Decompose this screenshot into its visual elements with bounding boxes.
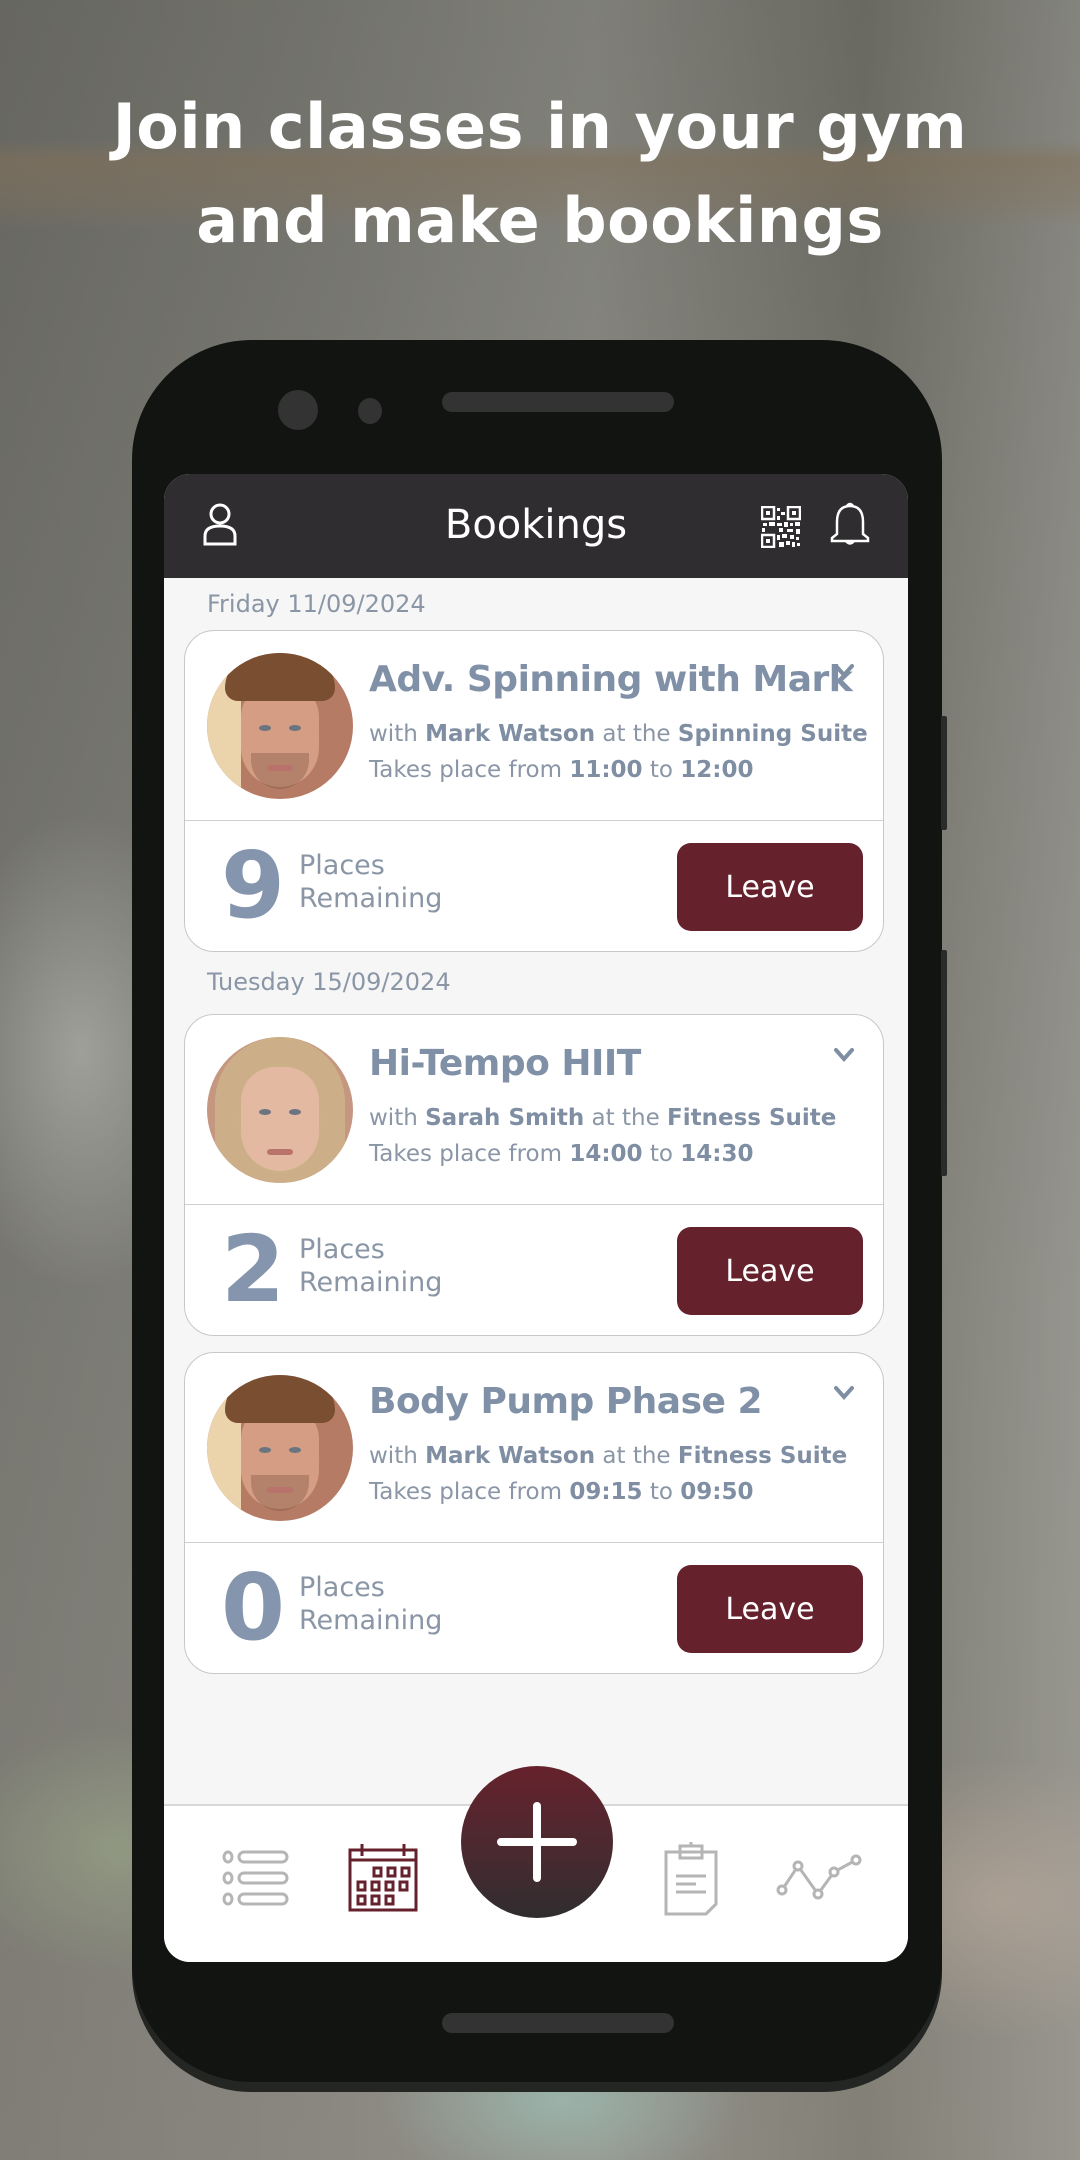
instructor-location: with Mark Watson at the Fitness Suite <box>369 1443 848 1469</box>
booking-card-footer: 0 Places Remaining Leave <box>185 1543 883 1673</box>
booking-card-footer: 2 Places Remaining Leave <box>185 1205 883 1335</box>
chevron-down-icon[interactable] <box>833 663 855 684</box>
power-button <box>941 716 947 830</box>
date-header: Tuesday 15/09/2024 <box>207 968 451 996</box>
places-remaining-count: 2 <box>221 1216 286 1323</box>
instructor-name: Sarah Smith <box>425 1105 585 1131</box>
booking-card-footer: 9 Places Remaining Leave <box>185 821 883 951</box>
sensor <box>358 398 382 424</box>
qr-code-icon[interactable] <box>760 505 802 553</box>
booking-card[interactable]: Body Pump Phase 2 with Mark Watson at th… <box>184 1352 884 1674</box>
instructor-name: Mark Watson <box>425 1443 596 1469</box>
class-name: Body Pump Phase 2 <box>369 1381 763 1422</box>
promo-headline: Join classes in your gym and make bookin… <box>0 80 1080 268</box>
headline-line-1: Join classes in your gym <box>112 90 968 163</box>
booking-card-details[interactable]: Hi-Tempo HIIT with Sarah Smith at the Fi… <box>185 1015 883 1205</box>
booking-card[interactable]: Adv. Spinning with Mark with Mark Watson… <box>184 630 884 952</box>
phone-frame: Bookings Friday 11/09/2024 Adv. Spinning… <box>132 340 947 2082</box>
end-time: 09:50 <box>680 1479 754 1505</box>
instructor-avatar <box>207 653 353 799</box>
bell-icon[interactable] <box>828 500 872 553</box>
add-booking-button[interactable] <box>461 1766 613 1918</box>
places-remaining-label: Places Remaining <box>299 850 443 914</box>
places-remaining-label: Places Remaining <box>299 1234 443 1298</box>
class-name: Hi-Tempo HIIT <box>369 1043 641 1084</box>
front-camera <box>278 390 318 430</box>
headline-line-2: and make bookings <box>196 184 884 257</box>
bottom-speaker <box>442 2013 674 2033</box>
chevron-down-icon[interactable] <box>833 1385 855 1406</box>
places-remaining-count: 0 <box>221 1554 286 1661</box>
leave-button[interactable]: Leave <box>677 1565 863 1653</box>
class-time: Takes place from 11:00 to 12:00 <box>369 757 754 783</box>
class-name: Adv. Spinning with Mark <box>369 659 853 700</box>
places-remaining-label: Places Remaining <box>299 1572 443 1636</box>
volume-button <box>941 950 947 1176</box>
places-remaining-count: 9 <box>221 832 286 939</box>
leave-button[interactable]: Leave <box>677 843 863 931</box>
class-time: Takes place from 09:15 to 09:50 <box>369 1479 754 1505</box>
booking-card-details[interactable]: Body Pump Phase 2 with Mark Watson at th… <box>185 1353 883 1543</box>
date-header: Friday 11/09/2024 <box>207 590 426 618</box>
end-time: 14:30 <box>680 1141 754 1167</box>
instructor-location: with Sarah Smith at the Fitness Suite <box>369 1105 837 1131</box>
location-name: Fitness Suite <box>667 1105 837 1131</box>
instructor-location: with Mark Watson at the Spinning Suite <box>369 721 868 747</box>
calendar-icon[interactable] <box>348 1842 418 1917</box>
progress-chart-icon[interactable] <box>776 1854 862 1905</box>
instructor-avatar <box>207 1375 353 1521</box>
start-time: 11:00 <box>569 757 643 783</box>
location-name: Spinning Suite <box>677 721 868 747</box>
end-time: 12:00 <box>680 757 754 783</box>
instructor-name: Mark Watson <box>425 721 596 747</box>
booking-card[interactable]: Hi-Tempo HIIT with Sarah Smith at the Fi… <box>184 1014 884 1336</box>
booking-card-details[interactable]: Adv. Spinning with Mark with Mark Watson… <box>185 631 883 821</box>
chevron-down-icon[interactable] <box>833 1047 855 1068</box>
start-time: 09:15 <box>569 1479 643 1505</box>
class-time: Takes place from 14:00 to 14:30 <box>369 1141 754 1167</box>
clipboard-icon[interactable] <box>664 1842 718 1921</box>
leave-button[interactable]: Leave <box>677 1227 863 1315</box>
app-header: Bookings <box>164 474 908 578</box>
list-icon[interactable] <box>222 1850 292 1911</box>
instructor-avatar <box>207 1037 353 1183</box>
earpiece-speaker <box>442 392 674 412</box>
app-screen: Bookings Friday 11/09/2024 Adv. Spinning… <box>164 474 908 1962</box>
location-name: Fitness Suite <box>677 1443 848 1469</box>
plus-icon <box>497 1802 577 1882</box>
start-time: 14:00 <box>569 1141 643 1167</box>
